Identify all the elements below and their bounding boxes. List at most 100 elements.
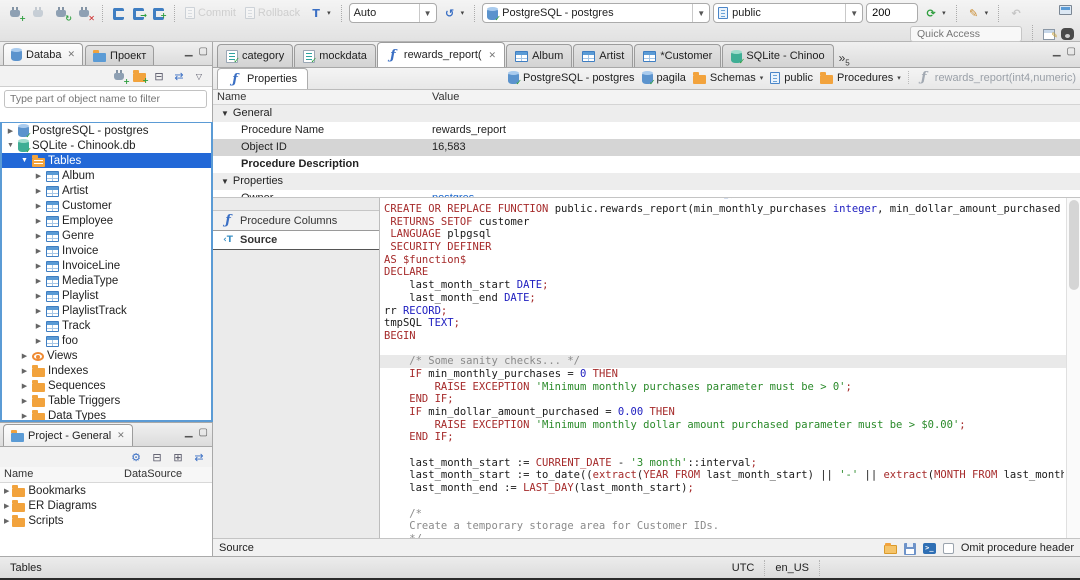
link-with-editor-icon[interactable]: ⇄ bbox=[192, 451, 206, 464]
sql-generator-button[interactable]: ✎ ▾ bbox=[964, 5, 992, 22]
tree-item-views[interactable]: ▶ Views bbox=[2, 348, 211, 363]
commit-button[interactable]: Commit bbox=[182, 5, 239, 21]
maximize-icon[interactable]: ▢ bbox=[199, 428, 208, 438]
status-locale[interactable]: en_US bbox=[765, 559, 820, 576]
new-sql-script-button[interactable]: + bbox=[150, 5, 167, 22]
object-filter-input[interactable] bbox=[4, 90, 207, 108]
fetch-size-input[interactable] bbox=[866, 3, 919, 23]
project-item-bookmarks[interactable]: ▶ Bookmarks bbox=[0, 483, 212, 498]
tab-projects[interactable]: Проект bbox=[85, 45, 155, 65]
tree-item-playlisttrack[interactable]: ▶ PlaylistTrack bbox=[2, 303, 211, 318]
project-item-scripts[interactable]: ▶ Scripts bbox=[0, 513, 212, 528]
rollback-button[interactable]: Rollback bbox=[242, 5, 303, 21]
chevron-collapsed-icon[interactable]: ▶ bbox=[4, 487, 9, 495]
tab-overflow-indicator[interactable]: »5 bbox=[839, 51, 850, 67]
breadcrumb-item-pagila[interactable]: ✓ pagila bbox=[641, 71, 686, 87]
window-icon[interactable] bbox=[1059, 5, 1072, 15]
link-with-editor-icon[interactable]: ⇄ bbox=[172, 70, 186, 83]
project-item-er-diagrams[interactable]: ▶ ER Diagrams bbox=[0, 498, 212, 513]
chevron-down-icon[interactable]: ▾ bbox=[897, 74, 901, 82]
minimize-icon[interactable]: ▁ bbox=[1053, 47, 1061, 57]
new-folder-icon[interactable]: + bbox=[133, 70, 149, 85]
chevron-collapsed-icon[interactable]: ▶ bbox=[34, 172, 43, 180]
chevron-collapsed-icon[interactable]: ▶ bbox=[34, 262, 43, 270]
editor-tab-artist[interactable]: Artist bbox=[573, 44, 634, 67]
console-icon[interactable]: >_ bbox=[922, 543, 936, 554]
breadcrumb-item-postgresql-postgres[interactable]: ✓ PostgreSQL - postgres bbox=[508, 71, 635, 87]
chevron-collapsed-icon[interactable]: ▶ bbox=[34, 247, 43, 255]
chevron-down-icon[interactable]: ▾ bbox=[760, 74, 764, 82]
transaction-log-button[interactable]: ↺ ▾ bbox=[440, 5, 468, 22]
collapse-all-icon[interactable]: ⊟ bbox=[150, 451, 164, 464]
expand-all-icon[interactable]: ⊞ bbox=[171, 451, 185, 464]
side-tab-source[interactable]: ‹T Source bbox=[213, 230, 379, 250]
disconnect-all-button[interactable]: ✕ bbox=[75, 5, 95, 22]
close-icon[interactable]: ✕ bbox=[117, 430, 125, 441]
editor-tab-category[interactable]: ✓ category bbox=[217, 44, 294, 67]
tree-item-indexes[interactable]: ▶ Indexes bbox=[2, 363, 211, 378]
chevron-down-icon[interactable]: ▼ bbox=[845, 4, 858, 22]
tab-properties[interactable]: ƒ Properties bbox=[217, 68, 309, 89]
tree-item-foo[interactable]: ▶ foo bbox=[2, 333, 211, 348]
breadcrumb-item-procedures[interactable]: Procedures ▾ bbox=[820, 71, 901, 84]
chevron-down-icon[interactable]: ▾ bbox=[327, 9, 331, 17]
tab-database-navigator[interactable]: Databa ✕ bbox=[3, 43, 84, 65]
chevron-collapsed-icon[interactable]: ▶ bbox=[34, 307, 43, 315]
tree-item-playlist[interactable]: ▶ Playlist bbox=[2, 288, 211, 303]
revert-button[interactable]: ↶ bbox=[1006, 5, 1026, 22]
editor-tab-sqlite-chinoo[interactable]: ✓ SQLite - Chinoo bbox=[722, 44, 834, 67]
editor-tab-album[interactable]: Album bbox=[506, 44, 573, 67]
tree-item-tables[interactable]: ▼ Tables bbox=[2, 153, 211, 168]
chevron-collapsed-icon[interactable]: ▶ bbox=[6, 127, 15, 135]
reconnect-button[interactable]: ↻ bbox=[52, 5, 72, 22]
collapse-all-icon[interactable]: ⊟ bbox=[152, 70, 166, 83]
property-row-procedure-description[interactable]: Procedure Description bbox=[213, 156, 1080, 173]
chevron-expanded-icon[interactable]: ▼ bbox=[20, 157, 29, 164]
close-icon[interactable]: ✕ bbox=[67, 49, 75, 60]
transaction-mode-button[interactable]: T ▾ bbox=[306, 5, 334, 22]
tree-item-sequences[interactable]: ▶ Sequences bbox=[2, 378, 211, 393]
chevron-collapsed-icon[interactable]: ▶ bbox=[34, 202, 43, 210]
chevron-collapsed-icon[interactable]: ▶ bbox=[20, 412, 29, 420]
data-editor-perspective-icon[interactable] bbox=[1043, 28, 1058, 42]
property-row-general[interactable]: ▼ General bbox=[213, 105, 1080, 122]
tree-item-album[interactable]: ▶ Album bbox=[2, 168, 211, 183]
maximize-icon[interactable]: ▢ bbox=[1067, 47, 1076, 57]
view-menu-icon[interactable]: ▽ bbox=[192, 70, 206, 83]
dbeaver-perspective-icon[interactable] bbox=[1061, 28, 1074, 40]
source-code-viewer[interactable]: ▲▼ CREATE OR REPLACE FUNCTION public.rew… bbox=[380, 198, 1080, 538]
property-row-procedure-name[interactable]: Procedure Name rewards_report bbox=[213, 122, 1080, 139]
scrollbar-thumb[interactable] bbox=[1069, 200, 1079, 290]
chevron-collapsed-icon[interactable]: ▶ bbox=[4, 517, 9, 525]
tab-project-general[interactable]: Project - General ✕ bbox=[3, 424, 133, 446]
chevron-collapsed-icon[interactable]: ▶ bbox=[20, 352, 29, 360]
close-icon[interactable]: ✕ bbox=[489, 50, 497, 61]
active-schema-combo[interactable]: public ▼ bbox=[713, 3, 864, 23]
tree-item-customer[interactable]: ▶ Customer bbox=[2, 198, 211, 213]
breadcrumb-item-schemas[interactable]: Schemas ▾ bbox=[692, 71, 764, 84]
active-datasource-combo[interactable]: ✓ PostgreSQL - postgres ▼ bbox=[482, 3, 711, 23]
code-scrollbar[interactable] bbox=[1066, 198, 1080, 538]
chevron-collapsed-icon[interactable]: ▶ bbox=[34, 322, 43, 330]
column-header-datasource[interactable]: DataSource bbox=[120, 467, 186, 482]
chevron-collapsed-icon[interactable]: ▶ bbox=[34, 232, 43, 240]
chevron-down-icon[interactable]: ▼ bbox=[692, 4, 705, 22]
chevron-collapsed-icon[interactable]: ▶ bbox=[34, 187, 43, 195]
tree-item-track[interactable]: ▶ Track bbox=[2, 318, 211, 333]
chevron-expanded-icon[interactable]: ▼ bbox=[6, 142, 15, 149]
tree-item-employee[interactable]: ▶ Employee bbox=[2, 213, 211, 228]
status-timezone[interactable]: UTC bbox=[722, 559, 766, 576]
tree-item-sqlite-chinook-db[interactable]: ▼ ✓ SQLite - Chinook.db bbox=[2, 138, 211, 155]
open-file-icon[interactable] bbox=[883, 543, 897, 554]
save-icon[interactable] bbox=[903, 542, 916, 555]
minimize-icon[interactable]: ▁ bbox=[185, 47, 193, 57]
tree-item-postgresql-postgres[interactable]: ▶ ✓ PostgreSQL - postgres bbox=[2, 123, 211, 140]
chevron-collapsed-icon[interactable]: ▶ bbox=[34, 337, 43, 345]
chevron-down-icon[interactable]: ▾ bbox=[461, 9, 465, 17]
new-connection-icon[interactable]: + bbox=[113, 69, 130, 85]
tree-item-table-triggers[interactable]: ▶ Table Triggers bbox=[2, 393, 211, 408]
column-header-name[interactable]: Name bbox=[213, 90, 428, 104]
refresh-button[interactable]: ⟳ ▾ bbox=[921, 5, 949, 22]
chevron-collapsed-icon[interactable]: ▶ bbox=[20, 367, 29, 375]
chevron-collapsed-icon[interactable]: ▶ bbox=[20, 382, 29, 390]
